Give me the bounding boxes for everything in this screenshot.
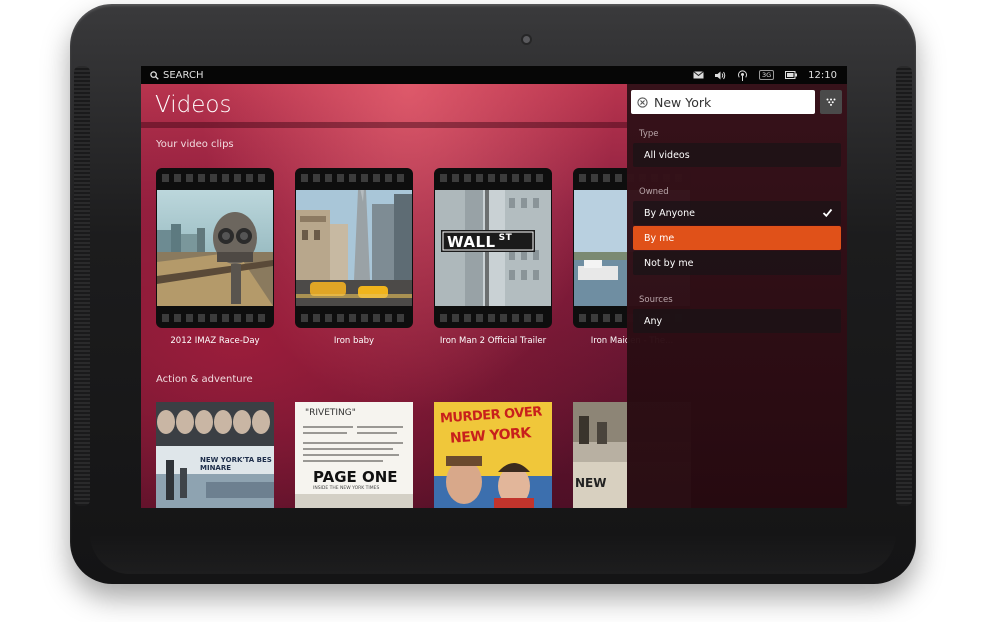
videos-lens: Videos Your video clips 2012 IMAZ Race-D… bbox=[141, 84, 691, 508]
video-thumbnail bbox=[157, 190, 273, 306]
filter-option-any[interactable]: Any bbox=[633, 309, 841, 333]
movie-poster[interactable]: NEW YORK'TA BES MINARE bbox=[156, 402, 274, 508]
film-frame bbox=[156, 168, 274, 328]
filter-icon bbox=[826, 98, 836, 106]
street-sign-text: WALL ST bbox=[447, 233, 513, 251]
movie-poster[interactable]: "RIVETING" PAGE ONE INSIDE THE NEW YORK … bbox=[295, 402, 413, 508]
poster-quote: "RIVETING" bbox=[305, 408, 356, 418]
check-icon bbox=[822, 208, 833, 218]
filter-label-type: Type bbox=[639, 129, 659, 139]
volume-icon[interactable] bbox=[714, 71, 726, 80]
poster-subtitle: INSIDE THE NEW YORK TIMES bbox=[313, 486, 380, 491]
search-box[interactable] bbox=[631, 90, 815, 114]
front-camera bbox=[523, 36, 530, 43]
video-card[interactable]: Iron baby bbox=[295, 168, 413, 346]
video-thumbnail: WALL ST bbox=[435, 190, 551, 306]
envelope-icon[interactable] bbox=[693, 71, 704, 79]
speaker-grille-left bbox=[74, 66, 90, 506]
filter-option-all-videos[interactable]: All videos bbox=[633, 143, 841, 167]
search-indicator[interactable]: SEARCH bbox=[141, 70, 203, 81]
video-card[interactable]: 2012 IMAZ Race-Day bbox=[156, 168, 274, 346]
section-title-action-adventure: Action & adventure bbox=[156, 374, 253, 385]
signal-icon[interactable] bbox=[737, 69, 748, 81]
filter-label-sources: Sources bbox=[639, 295, 673, 305]
search-input[interactable] bbox=[654, 94, 804, 110]
status-bar: SEARCH 3G 12:10 bbox=[141, 66, 847, 84]
section-title-video-clips: Your video clips bbox=[156, 139, 234, 150]
clear-search-icon[interactable] bbox=[637, 96, 648, 108]
poster-title: PAGE ONE bbox=[313, 468, 398, 486]
filter-label-owned: Owned bbox=[639, 187, 669, 197]
filter-panel: Type All videos Owned By Anyone By me No… bbox=[627, 84, 847, 508]
title-divider bbox=[141, 122, 627, 128]
video-thumbnail bbox=[296, 190, 412, 306]
filter-option-not-by-me[interactable]: Not by me bbox=[633, 251, 841, 275]
battery-icon[interactable] bbox=[785, 71, 798, 79]
poster-title: NEW bbox=[575, 476, 607, 490]
search-icon bbox=[150, 70, 159, 80]
screen: SEARCH 3G 12:10 Videos Your video clips … bbox=[141, 66, 847, 508]
page-title: Videos bbox=[155, 92, 232, 118]
film-frame: WALL ST bbox=[434, 168, 552, 328]
film-frame bbox=[295, 168, 413, 328]
clock[interactable]: 12:10 bbox=[808, 70, 837, 81]
filter-toggle-button[interactable] bbox=[820, 90, 842, 114]
network-icon[interactable]: 3G bbox=[758, 70, 775, 80]
filter-option-by-me[interactable]: By me bbox=[633, 226, 841, 250]
video-caption: Iron Man 2 Official Trailer bbox=[439, 336, 547, 346]
movie-poster[interactable]: MURDER OVER NEW YORK bbox=[434, 402, 552, 508]
video-caption: 2012 IMAZ Race-Day bbox=[170, 336, 260, 346]
video-caption: Iron baby bbox=[333, 336, 375, 346]
search-label: SEARCH bbox=[163, 69, 204, 81]
speaker-grille-right bbox=[896, 66, 912, 506]
video-card[interactable]: WALL ST Iron Man 2 Official Trailer bbox=[434, 168, 552, 346]
poster-title: NEW YORK'TA BES MINARE bbox=[200, 456, 272, 472]
bezel-reflection bbox=[90, 534, 896, 574]
filter-option-by-anyone[interactable]: By Anyone bbox=[633, 201, 841, 225]
